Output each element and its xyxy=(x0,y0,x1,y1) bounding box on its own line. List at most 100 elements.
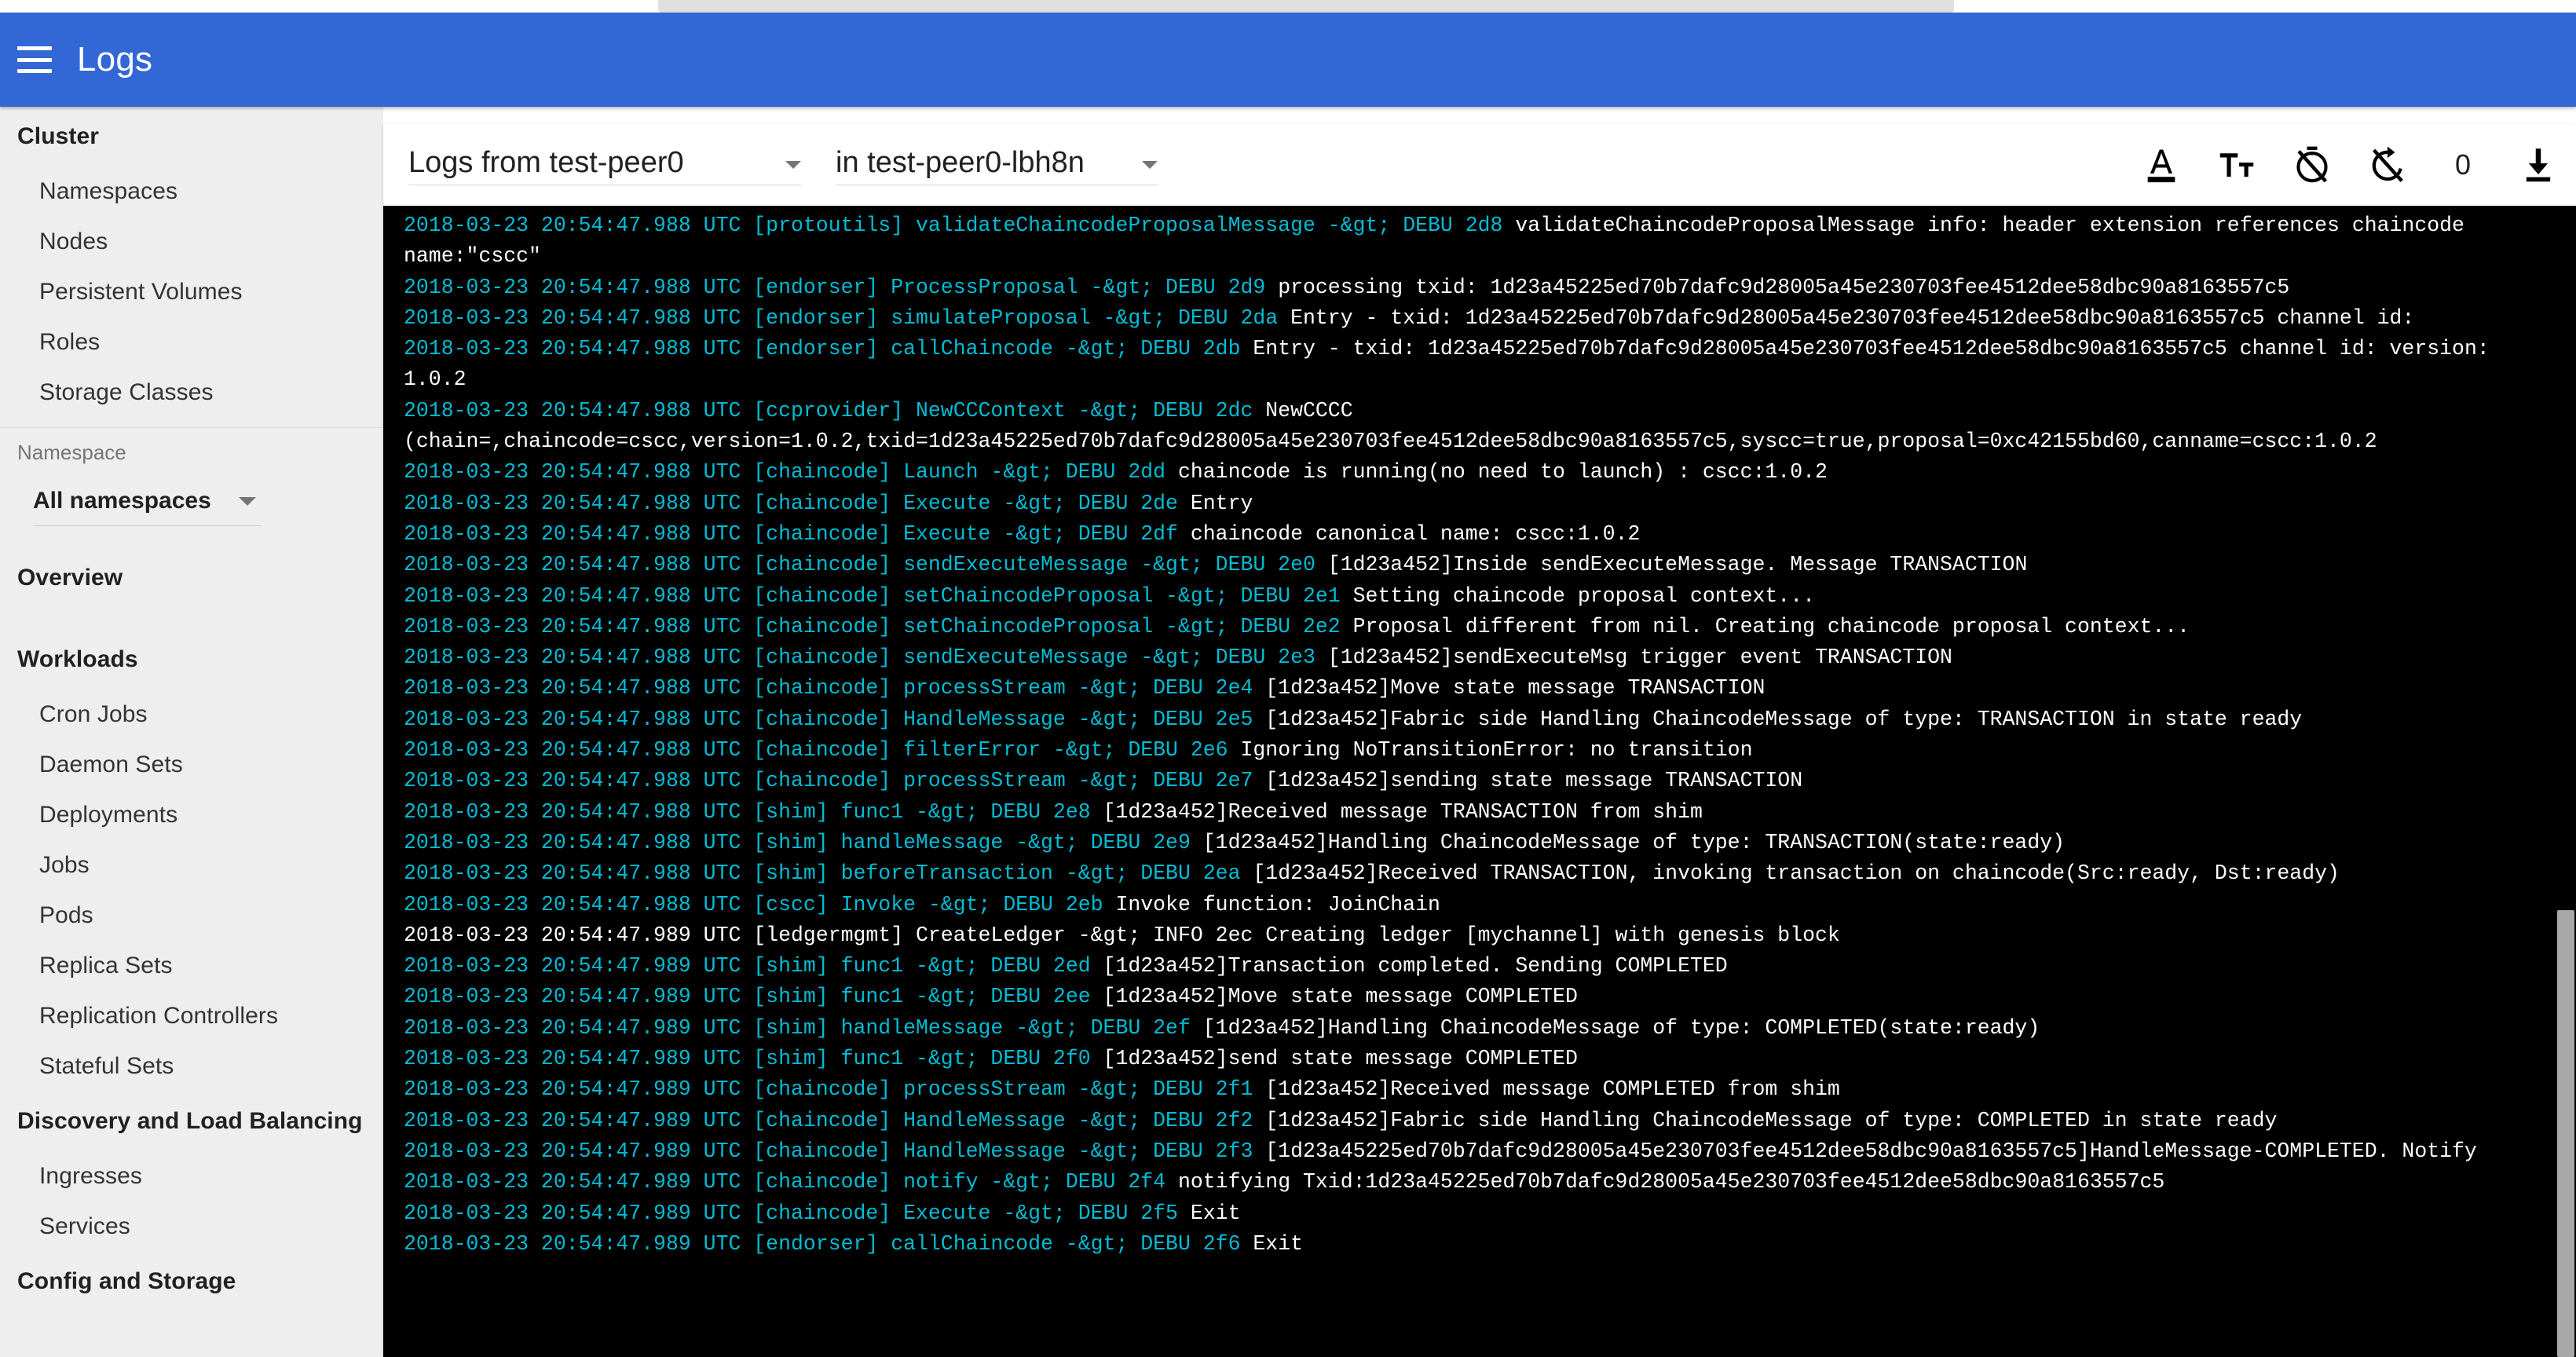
font-size-icon xyxy=(2219,153,2254,177)
timestamp-toggle-button[interactable] xyxy=(2274,127,2350,203)
log-line: 2018-03-23 20:54:47.989 UTC [ledgermgmt]… xyxy=(383,920,2576,951)
log-line-message: notifying Txid:1d23a45225ed70b7dafc9d280… xyxy=(1177,1170,2165,1194)
console-scrollbar[interactable] xyxy=(2556,910,2576,1357)
log-line: 2018-03-23 20:54:47.989 UTC [chaincode] … xyxy=(383,1198,2576,1229)
logs-card: Logs from test-peer0 in test-peer0-lbh8n xyxy=(383,124,2576,1357)
sidebar-item-cron-jobs[interactable]: Cron Jobs xyxy=(0,689,383,740)
log-line-prefix: 2018-03-23 20:54:47.988 UTC [shim] func1… xyxy=(404,799,1103,824)
log-line-prefix: 2018-03-23 20:54:47.988 UTC [chaincode] … xyxy=(404,646,1328,670)
log-line-prefix: 2018-03-23 20:54:47.988 UTC [protoutils]… xyxy=(404,214,1516,237)
log-line: 2018-03-23 20:54:47.988 UTC [chaincode] … xyxy=(383,673,2576,704)
sidebar-item-daemon-sets[interactable]: Daemon Sets xyxy=(0,740,383,790)
log-line: 2018-03-23 20:54:47.988 UTC [chaincode] … xyxy=(383,457,2576,488)
log-line-message: Invoke function: JoinChain xyxy=(1115,892,1440,916)
log-line: 2018-03-23 20:54:47.988 UTC [protoutils]… xyxy=(383,210,2576,272)
sidebar-item-deployments[interactable]: Deployments xyxy=(0,790,383,840)
sidebar-item-jobs[interactable]: Jobs xyxy=(0,840,383,891)
sidebar-item-overview[interactable]: Overview xyxy=(0,548,383,608)
log-line-message: chaincode canonical name: cscc:1.0.2 xyxy=(1190,521,1641,546)
log-line-message: [1d23a452]Handling ChaincodeMessage of t… xyxy=(1202,830,2066,854)
log-line-message: [1d23a452]sendExecuteMsg trigger event T… xyxy=(1327,646,1952,670)
scrollbar-thumb[interactable] xyxy=(2557,910,2574,1357)
log-line-message: Ignoring NoTransitionError: no transitio… xyxy=(1240,738,1753,763)
log-line: 2018-03-23 20:54:47.989 UTC [chaincode] … xyxy=(383,1106,2576,1136)
log-line-message: [1d23a452]Received message COMPLETED fro… xyxy=(1265,1077,1840,1102)
chevron-down-icon xyxy=(785,160,801,169)
log-line: 2018-03-23 20:54:47.988 UTC [shim] handl… xyxy=(383,828,2576,858)
logs-toolbar: Logs from test-peer0 in test-peer0-lbh8n xyxy=(383,124,2576,206)
sidebar-item-replica-sets[interactable]: Replica Sets xyxy=(0,941,383,991)
log-line-prefix: 2018-03-23 20:54:47.988 UTC [endorser] c… xyxy=(404,337,1253,361)
log-console[interactable]: 2018-03-23 20:54:47.988 UTC [protoutils]… xyxy=(383,206,2576,1357)
log-line: 2018-03-23 20:54:47.988 UTC [chaincode] … xyxy=(383,735,2576,766)
log-line-prefix: 2018-03-23 20:54:47.988 UTC [chaincode] … xyxy=(404,676,1266,700)
sidebar-gap-2 xyxy=(0,608,383,630)
container-selector[interactable]: in test-peer0-lbh8n xyxy=(836,145,1158,185)
log-line-message: Proposal different from nil. Creating ch… xyxy=(1352,614,2190,638)
download-logs-button[interactable] xyxy=(2501,127,2576,203)
sidebar-item-pods[interactable]: Pods xyxy=(0,891,383,941)
font-size-button[interactable] xyxy=(2199,127,2274,203)
app-bar: Logs xyxy=(0,13,2576,107)
log-line: 2018-03-23 20:54:47.988 UTC [chaincode] … xyxy=(383,612,2576,642)
log-line-prefix: 2018-03-23 20:54:47.988 UTC [chaincode] … xyxy=(404,583,1353,608)
log-line-prefix: 2018-03-23 20:54:47.988 UTC [shim] befor… xyxy=(404,861,1253,886)
sidebar-item-replication-controllers[interactable]: Replication Controllers xyxy=(0,991,383,1041)
log-line: 2018-03-23 20:54:47.988 UTC [cscc] Invok… xyxy=(383,890,2576,920)
log-line-message: processing txid: 1d23a45225ed70b7dafc9d2… xyxy=(1278,275,2290,299)
log-line: 2018-03-23 20:54:47.989 UTC [chaincode] … xyxy=(383,1167,2576,1198)
log-line: 2018-03-23 20:54:47.989 UTC [shim] handl… xyxy=(383,1013,2576,1044)
sidebar-item-nodes[interactable]: Nodes xyxy=(0,217,383,267)
sidebar-gap-1 xyxy=(0,526,383,548)
log-line: 2018-03-23 20:54:47.988 UTC [chaincode] … xyxy=(383,766,2576,796)
timestamp-off-icon xyxy=(2296,146,2328,183)
auto-refresh-toggle-button[interactable] xyxy=(2350,127,2425,203)
sidebar-section-discovery: Discovery and Load Balancing xyxy=(17,1108,363,1134)
namespace-select[interactable]: All namespaces xyxy=(33,477,261,526)
font-color-button[interactable] xyxy=(2124,127,2199,203)
log-line-prefix: 2018-03-23 20:54:47.989 UTC [ledgermgmt]… xyxy=(404,923,1266,947)
log-line: 2018-03-23 20:54:47.989 UTC [chaincode] … xyxy=(383,1074,2576,1105)
sidebar-item-stateful-sets[interactable]: Stateful Sets xyxy=(0,1041,383,1092)
log-lines-container: 2018-03-23 20:54:47.988 UTC [protoutils]… xyxy=(383,210,2576,1260)
log-line: 2018-03-23 20:54:47.988 UTC [chaincode] … xyxy=(383,550,2576,580)
log-line-message: [1d23a452]Move state message COMPLETED xyxy=(1103,985,1578,1009)
log-line-prefix: 2018-03-23 20:54:47.988 UTC [chaincode] … xyxy=(404,460,1178,485)
pod-selector[interactable]: Logs from test-peer0 xyxy=(408,145,801,185)
font-color-icon xyxy=(2147,149,2175,183)
log-line-message: chaincode is running(no need to launch) … xyxy=(1177,460,1828,485)
log-line-message: [1d23a452]Inside sendExecuteMessage. Mes… xyxy=(1327,553,2028,577)
log-line: 2018-03-23 20:54:47.988 UTC [endorser] P… xyxy=(383,272,2576,303)
log-line-message: Exit xyxy=(1253,1231,1304,1256)
log-line: 2018-03-23 20:54:47.989 UTC [shim] func1… xyxy=(383,951,2576,982)
sidebar-item-storage-classes[interactable]: Storage Classes xyxy=(0,368,383,418)
log-line: 2018-03-23 20:54:47.989 UTC [shim] func1… xyxy=(383,1044,2576,1074)
log-line-message: Creating ledger [mychannel] with genesis… xyxy=(1265,923,1840,947)
sidebar-section-workloads: Workloads xyxy=(17,646,138,672)
log-line: 2018-03-23 20:54:47.989 UTC [chaincode] … xyxy=(383,1136,2576,1167)
log-line-prefix: 2018-03-23 20:54:47.988 UTC [chaincode] … xyxy=(404,614,1353,638)
log-line: 2018-03-23 20:54:47.988 UTC [chaincode] … xyxy=(383,519,2576,550)
log-line-prefix: 2018-03-23 20:54:47.988 UTC [chaincode] … xyxy=(404,738,1241,763)
sidebar-item-ingresses[interactable]: Ingresses xyxy=(0,1151,383,1202)
sidebar-item-namespaces[interactable]: Namespaces xyxy=(0,166,383,217)
log-line: 2018-03-23 20:54:47.988 UTC [chaincode] … xyxy=(383,642,2576,673)
log-line: 2018-03-23 20:54:47.988 UTC [shim] func1… xyxy=(383,797,2576,828)
log-line-prefix: 2018-03-23 20:54:47.988 UTC [chaincode] … xyxy=(404,521,1191,546)
log-line: 2018-03-23 20:54:47.989 UTC [shim] func1… xyxy=(383,982,2576,1012)
log-line-prefix: 2018-03-23 20:54:47.988 UTC [shim] handl… xyxy=(404,830,1203,854)
log-line-message: [1d23a452]Received TRANSACTION, invoking… xyxy=(1253,861,2340,886)
log-line-message: [1d23a452]sending state message TRANSACT… xyxy=(1265,769,1803,793)
sidebar-section-cluster: Cluster xyxy=(17,123,100,149)
log-line-prefix: 2018-03-23 20:54:47.989 UTC [chaincode] … xyxy=(404,1201,1191,1225)
log-count-badge: 0 xyxy=(2454,148,2472,181)
sidebar-section-config-storage: Config and Storage xyxy=(17,1268,236,1294)
sidebar-item-roles[interactable]: Roles xyxy=(0,317,383,368)
download-icon xyxy=(2526,148,2551,182)
hamburger-menu-icon[interactable] xyxy=(17,46,52,73)
log-line: 2018-03-23 20:54:47.988 UTC [shim] befor… xyxy=(383,858,2576,889)
sidebar-item-services[interactable]: Services xyxy=(0,1202,383,1252)
sidebar-item-persistent-volumes[interactable]: Persistent Volumes xyxy=(0,267,383,317)
log-line-message: Exit xyxy=(1190,1201,1241,1225)
container-selector-value: in test-peer0-lbh8n xyxy=(836,145,1085,179)
